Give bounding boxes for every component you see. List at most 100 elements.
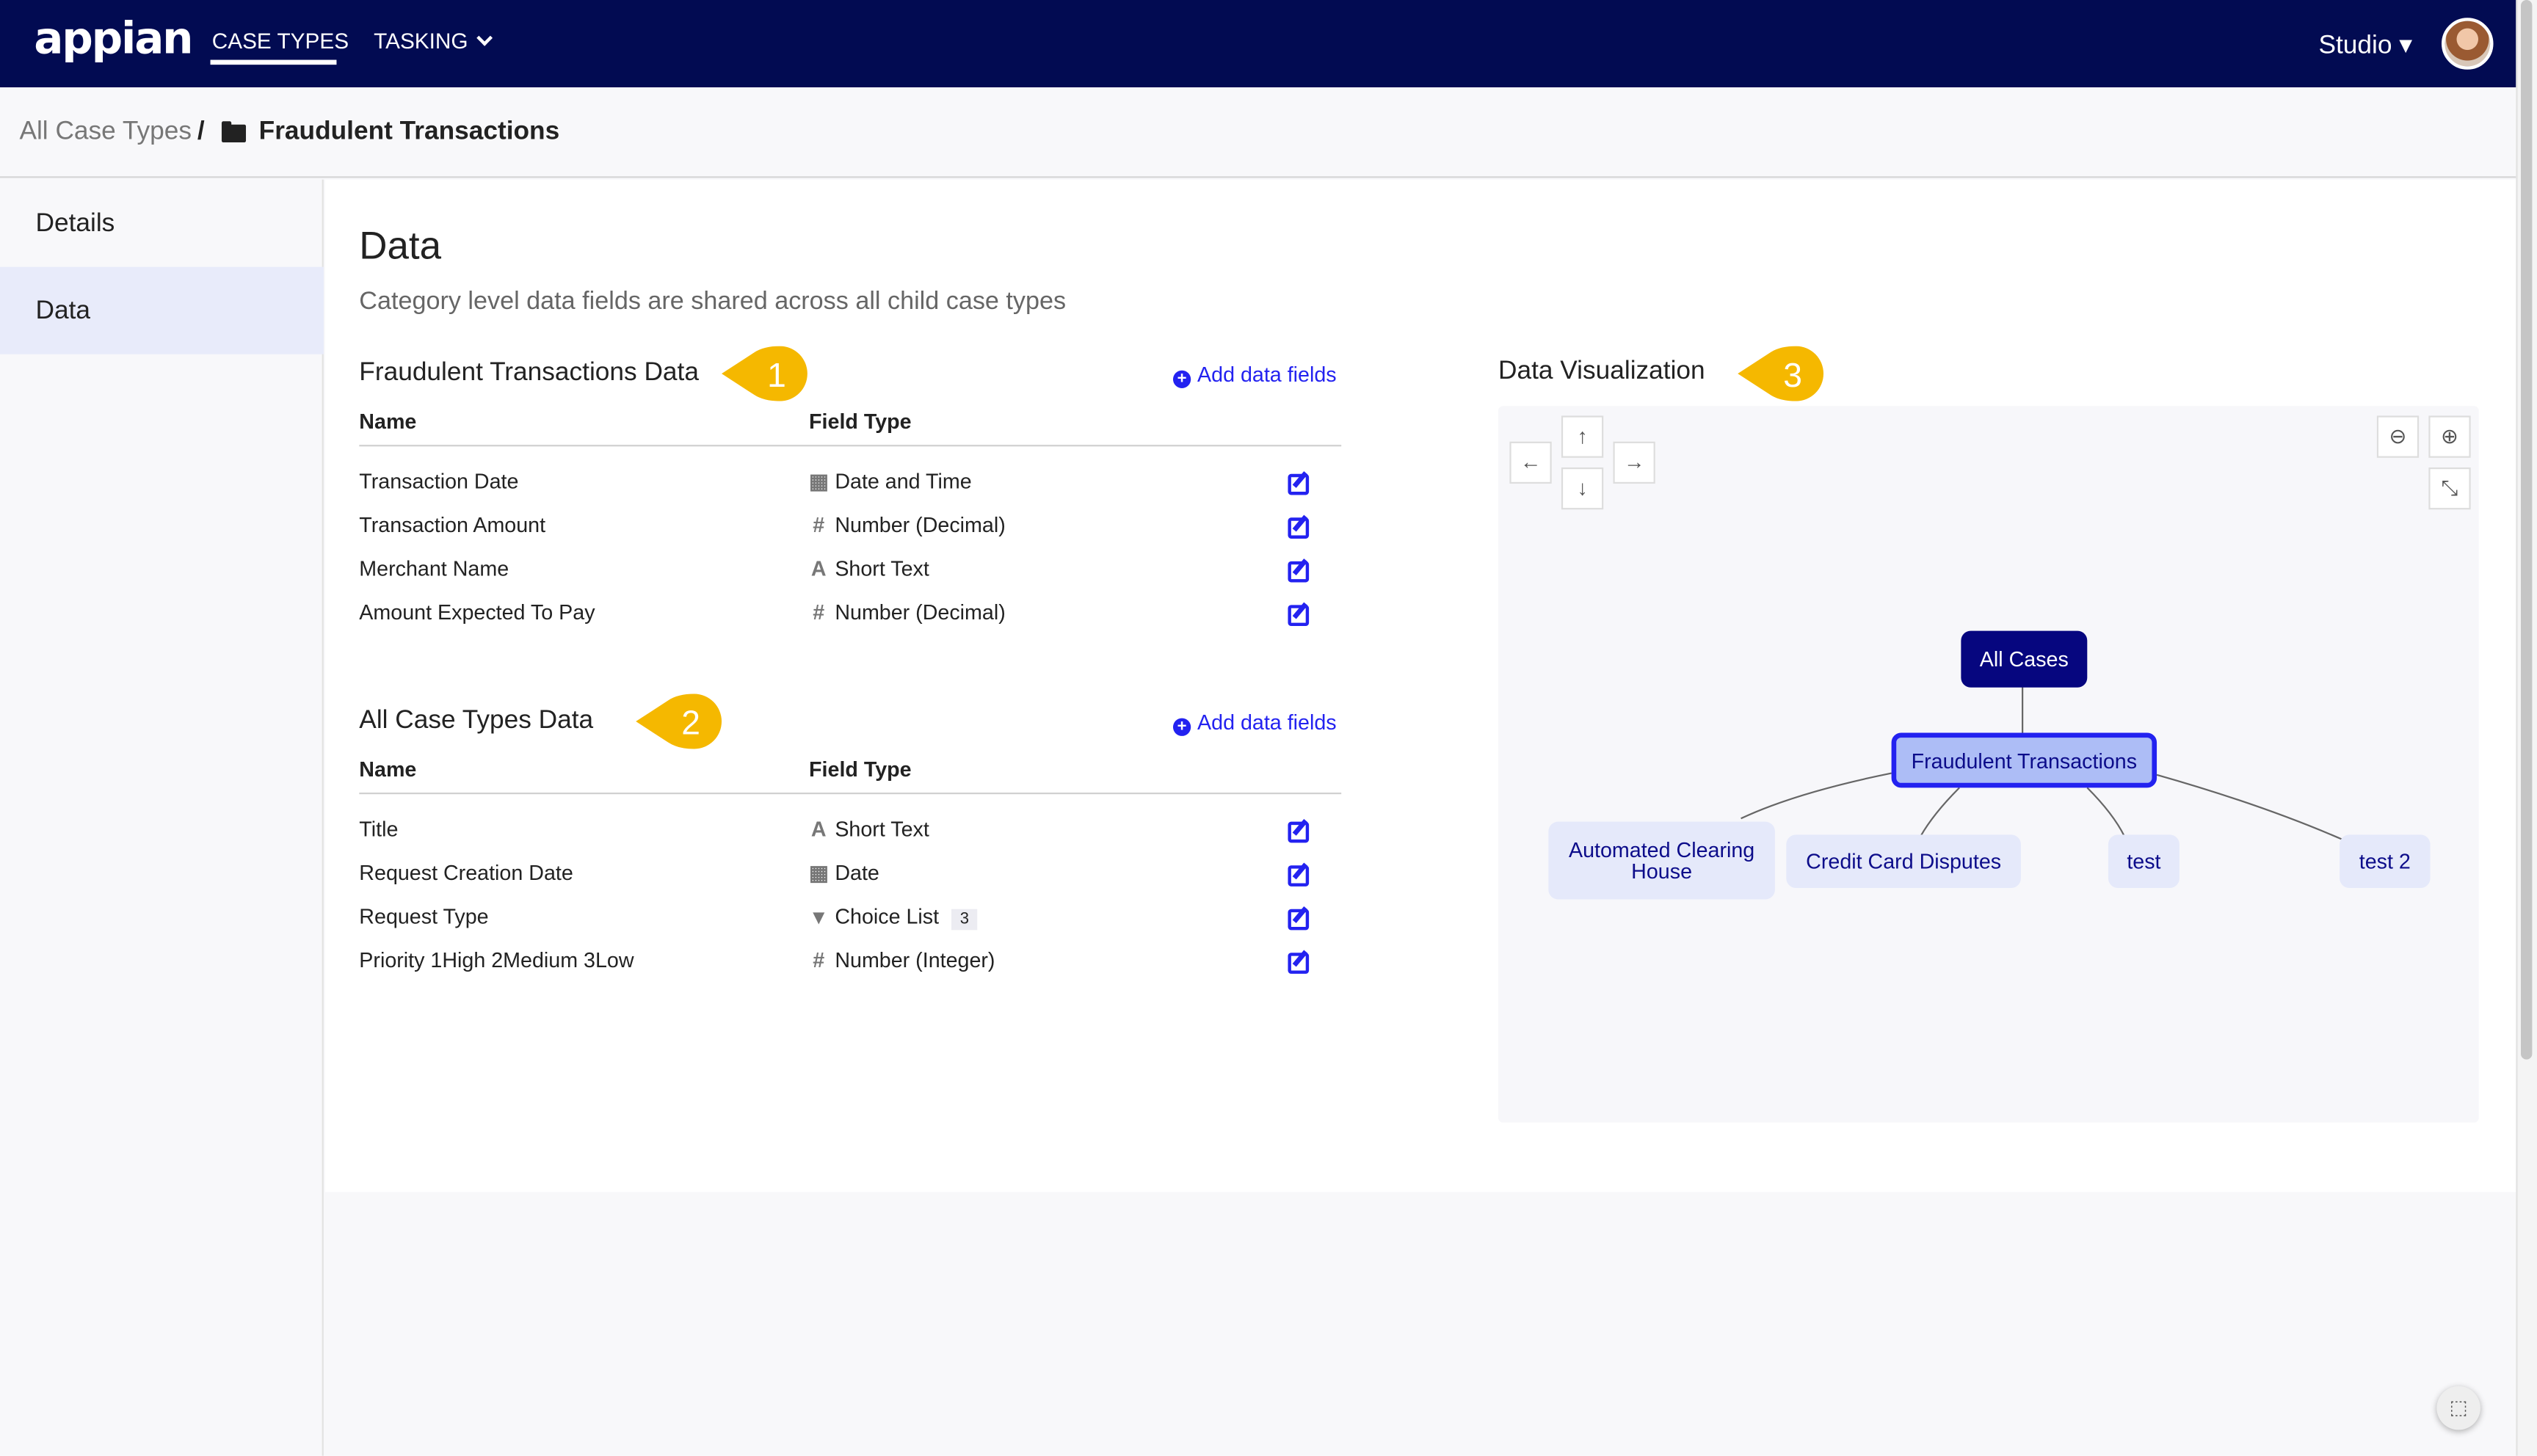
pan-up-button[interactable]: ↑: [1561, 415, 1604, 458]
scrollbar-thumb[interactable]: [2520, 0, 2533, 1060]
cursor-select-icon: ⬚: [2449, 1396, 2468, 1419]
table-row: Request Type ▾ Choice List 3: [359, 904, 1341, 936]
node-all-cases[interactable]: All Cases: [1961, 630, 2088, 688]
add-data-fields-label: Add data fields: [1197, 710, 1337, 735]
callout-badge-3: 3: [1738, 346, 1824, 401]
studio-menu[interactable]: Studio ▾: [2318, 29, 2411, 62]
viz-title: Data Visualization: [1498, 357, 1705, 385]
choice-count-badge: 3: [951, 909, 978, 931]
plus-circle-icon: +: [1172, 370, 1191, 388]
zoom-in-button[interactable]: ⊕: [2428, 415, 2471, 458]
page-subtitle: Category level data fields are shared ac…: [359, 288, 1067, 316]
field-type-icon: ▾: [813, 904, 824, 929]
field-type-label: Number (Integer): [835, 947, 995, 972]
field-name: Transaction Date: [359, 469, 519, 494]
breadcrumb-current: Fraudulent Transactions: [258, 117, 560, 146]
field-type-label: Short Text: [835, 556, 929, 581]
field-type-label: Number (Decimal): [835, 512, 1006, 537]
field-type-icon: #: [813, 600, 825, 625]
column-header-name: Name: [359, 757, 417, 782]
page-title: Data: [359, 225, 442, 269]
edit-icon[interactable]: [1288, 473, 1310, 495]
field-type-label: Choice List: [835, 904, 940, 929]
field-name: Request Type: [359, 904, 489, 929]
section-title: All Case Types Data: [359, 707, 594, 735]
field-type: ▦ Date and Time: [809, 469, 972, 495]
app-window: appian CASE TYPES TASKING Studio ▾ All C…: [0, 0, 2537, 1456]
add-data-fields-link[interactable]: + Add data fields: [1172, 362, 1337, 388]
folder-icon: [221, 121, 247, 142]
edit-icon[interactable]: [1288, 909, 1310, 931]
field-type-label: Date and Time: [835, 469, 972, 494]
arrow-right-icon: →: [1623, 449, 1645, 474]
node-automated-clearing-house[interactable]: Automated Clearing House: [1548, 821, 1775, 900]
edit-icon[interactable]: [1288, 605, 1310, 626]
arrow-left-icon: ←: [1520, 449, 1542, 474]
node-credit-card-disputes[interactable]: Credit Card Disputes: [1786, 834, 2021, 889]
field-type: # Number (Decimal): [809, 600, 1006, 625]
table-row: Amount Expected To Pay # Number (Decimal): [359, 600, 1341, 633]
column-header-field-type: Field Type: [809, 757, 912, 782]
callout-number: 1: [767, 356, 786, 394]
pan-right-button[interactable]: →: [1613, 441, 1655, 484]
user-avatar[interactable]: [2441, 18, 2494, 70]
header-divider: [359, 793, 1342, 795]
add-data-fields-link[interactable]: + Add data fields: [1172, 710, 1337, 736]
field-type: ▦ Date: [809, 861, 879, 887]
add-data-fields-label: Add data fields: [1197, 362, 1337, 387]
nav-tasking[interactable]: TASKING: [374, 29, 493, 54]
page-footer-area: [325, 1192, 2516, 1456]
pan-down-button[interactable]: ↓: [1561, 467, 1604, 510]
field-type-label: Short Text: [835, 817, 929, 842]
breadcrumb-separator: /: [197, 117, 205, 146]
field-name: Title: [359, 817, 399, 842]
inspect-button[interactable]: ⬚: [2436, 1386, 2480, 1430]
appian-logo[interactable]: appian: [34, 15, 193, 65]
fit-view-button[interactable]: ⤡: [2428, 467, 2471, 510]
pan-left-button[interactable]: ←: [1509, 441, 1552, 484]
field-type: # Number (Integer): [809, 948, 995, 972]
sidebar-item-details[interactable]: Details: [0, 180, 324, 267]
node-test-2[interactable]: test 2: [2340, 834, 2431, 889]
field-type-icon: ▦: [809, 469, 830, 494]
table-row: Request Creation Date ▦ Date: [359, 861, 1341, 893]
callout-number: 3: [1783, 356, 1802, 394]
field-type-icon: #: [813, 947, 825, 972]
field-type: ▾ Choice List 3: [809, 904, 978, 931]
active-tab-indicator: [210, 59, 337, 65]
zoom-in-icon: ⊕: [2440, 423, 2459, 448]
collapse-arrows-icon: ⤡: [2441, 476, 2458, 500]
header-divider: [359, 445, 1342, 447]
column-header-field-type: Field Type: [809, 409, 912, 434]
arrow-up-icon: ↑: [1577, 423, 1588, 448]
zoom-out-icon: ⊖: [2389, 423, 2407, 448]
field-name: Amount Expected To Pay: [359, 600, 595, 625]
breadcrumb-all-case-types[interactable]: All Case Types: [19, 118, 192, 148]
nav-case-types[interactable]: CASE TYPES: [212, 29, 349, 54]
plus-circle-icon: +: [1172, 718, 1191, 736]
field-type: # Number (Decimal): [809, 512, 1006, 537]
field-type-icon: #: [813, 512, 825, 537]
zoom-out-button[interactable]: ⊖: [2376, 415, 2420, 458]
edit-icon[interactable]: [1288, 953, 1310, 974]
field-type-icon: A: [810, 556, 827, 581]
sidebar-item-data[interactable]: Data: [0, 266, 324, 354]
node-test[interactable]: test: [2108, 834, 2180, 889]
chevron-down-icon: [476, 29, 493, 46]
table-row: Transaction Amount # Number (Decimal): [359, 513, 1341, 545]
sidebar: [0, 179, 324, 1456]
node-fraudulent-transactions[interactable]: Fraudulent Transactions: [1891, 732, 2157, 788]
edit-icon[interactable]: [1288, 517, 1310, 539]
callout-badge-1: 1: [722, 346, 807, 401]
field-type-label: Number (Decimal): [835, 600, 1006, 625]
column-header-name: Name: [359, 409, 417, 434]
edit-icon[interactable]: [1288, 561, 1310, 583]
callout-badge-2: 2: [636, 694, 722, 749]
field-name: Priority 1High 2Medium 3Low: [359, 947, 634, 972]
edit-icon[interactable]: [1288, 821, 1310, 843]
edit-icon[interactable]: [1288, 865, 1310, 887]
field-type-icon: ▦: [809, 860, 830, 885]
table-row: Merchant Name A Short Text: [359, 556, 1341, 589]
table-row: Title A Short Text: [359, 817, 1341, 849]
field-type: A Short Text: [809, 817, 929, 841]
